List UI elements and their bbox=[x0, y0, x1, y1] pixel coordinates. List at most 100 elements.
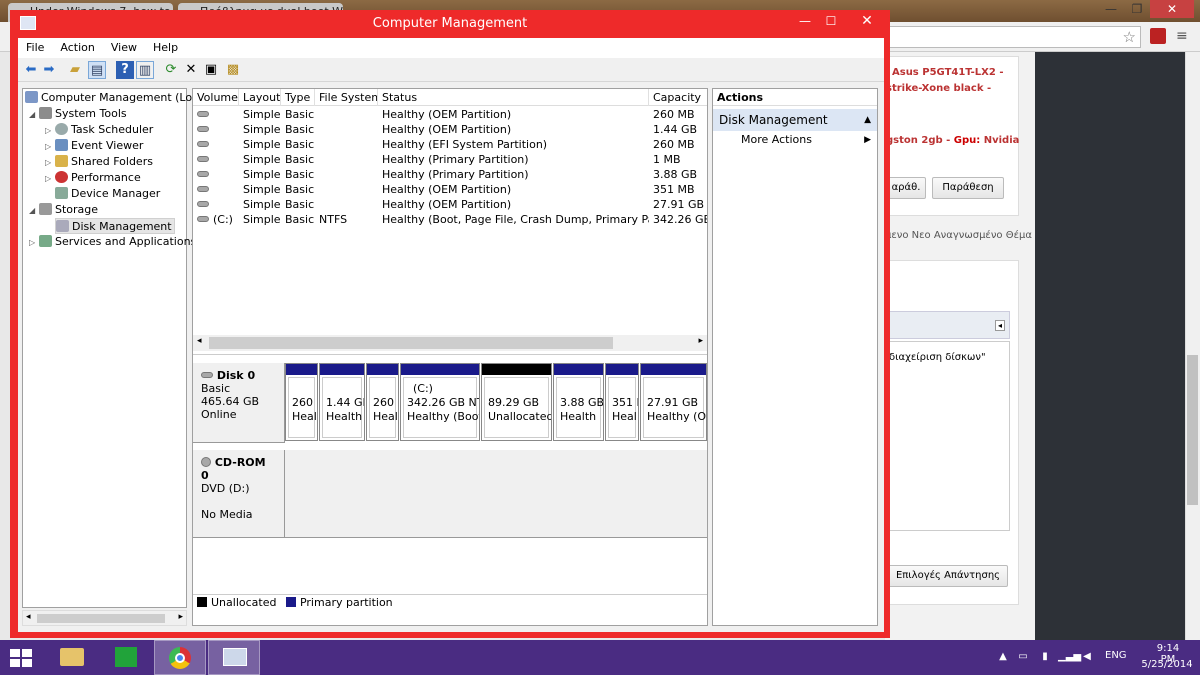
refresh-icon[interactable]: ⟳ bbox=[162, 61, 180, 79]
close-icon[interactable]: ✕ bbox=[844, 10, 890, 32]
scroll-right-icon[interactable]: ▸ bbox=[698, 336, 703, 346]
tree-item-performance[interactable]: ▷ Performance bbox=[45, 170, 141, 186]
column-type[interactable]: Type bbox=[281, 89, 315, 106]
tree-item-event-viewer[interactable]: ▷ Event Viewer bbox=[45, 138, 143, 154]
expand-icon[interactable]: ▷ bbox=[29, 235, 39, 251]
partition-block[interactable]: 260 I Heal bbox=[366, 363, 399, 441]
address-bar[interactable]: ☆ bbox=[885, 26, 1141, 48]
restore-icon[interactable]: ❐ bbox=[1124, 0, 1150, 18]
next-topic-link[interactable]: μενο Νεο Αναγνωσμένο Θέμα → bbox=[885, 230, 1044, 241]
expand-icon[interactable]: ▷ bbox=[45, 171, 55, 187]
tree-horizontal-scrollbar[interactable]: ◂ ▸ bbox=[22, 610, 187, 626]
delete-icon[interactable]: ✕ bbox=[182, 61, 200, 79]
taskbar-computer-management[interactable] bbox=[208, 640, 260, 675]
partition-block[interactable]: 351 I Heal bbox=[605, 363, 639, 441]
action-center-icon[interactable]: ▭ bbox=[1016, 651, 1030, 663]
clock-date[interactable]: 5/25/2014 bbox=[1138, 659, 1196, 670]
expand-icon[interactable]: ▷ bbox=[45, 139, 55, 155]
partition-block[interactable]: (C:)342.26 GB NTFHealthy (Boot, bbox=[400, 363, 480, 441]
table-row[interactable]: Simple Basic Healthy (Primary Partition) 1 … bbox=[193, 152, 707, 167]
table-row[interactable]: Simple Basic Healthy (OEM Partition) 260 MB bbox=[193, 107, 707, 122]
table-row[interactable]: Simple Basic Healthy (OEM Partition) 27.91 … bbox=[193, 197, 707, 212]
shared-folder-icon bbox=[55, 155, 68, 167]
show-hide-action-pane-icon[interactable]: ▥ bbox=[136, 61, 154, 79]
scroll-right-icon[interactable]: ▸ bbox=[178, 612, 183, 622]
table-row[interactable]: Simple Basic Healthy (EFI System Partition… bbox=[193, 137, 707, 152]
table-row[interactable]: Simple Basic Healthy (OEM Partition) 1.44 G… bbox=[193, 122, 707, 137]
tree-item-system-tools[interactable]: ◢ System Tools bbox=[29, 106, 127, 122]
scroll-thumb[interactable] bbox=[209, 337, 613, 349]
table-row[interactable]: Simple Basic Healthy (OEM Partition) 351 MB bbox=[193, 182, 707, 197]
column-volume[interactable]: Volume bbox=[193, 89, 239, 106]
menu-icon[interactable]: ≡ bbox=[1176, 28, 1192, 44]
menu-help[interactable]: Help bbox=[145, 38, 186, 58]
properties-icon[interactable]: ▣ bbox=[202, 61, 220, 79]
scroll-thumb[interactable] bbox=[37, 614, 165, 623]
status-bar bbox=[18, 628, 884, 632]
tree-item-services[interactable]: ▷ Services and Applications bbox=[29, 234, 196, 250]
minimize-icon[interactable]: — bbox=[1098, 0, 1124, 18]
back-icon[interactable]: ⬅ bbox=[22, 61, 40, 79]
reply-textarea[interactable]: διαχείριση δίσκων" bbox=[886, 341, 1010, 531]
collapse-icon[interactable]: ▲ bbox=[864, 109, 871, 131]
scroll-left-icon[interactable]: ◂ bbox=[197, 336, 202, 346]
show-hide-tree-icon[interactable]: ▤ bbox=[88, 61, 106, 79]
forward-icon[interactable]: ➡ bbox=[40, 61, 58, 79]
tree-item-root[interactable]: Computer Management (Local bbox=[25, 90, 208, 106]
bookmark-star-icon[interactable]: ☆ bbox=[1123, 28, 1136, 46]
table-row[interactable]: (C:) Simple Basic NTFS Healthy (Boot, Page F… bbox=[193, 212, 707, 227]
column-status[interactable]: Status bbox=[378, 89, 649, 106]
extension-icon[interactable] bbox=[1150, 28, 1166, 44]
taskbar-chrome[interactable] bbox=[154, 640, 206, 675]
network-icon[interactable]: ▁▃▅ bbox=[1058, 651, 1081, 663]
tree-item-shared-folders[interactable]: ▷ Shared Folders bbox=[45, 154, 153, 170]
collapse-icon[interactable]: ◢ bbox=[29, 107, 39, 123]
partition-block[interactable]: 89.29 GB Unallocated bbox=[481, 363, 552, 441]
actions-section-disk-management[interactable]: Disk Management ▲ bbox=[713, 109, 877, 131]
up-folder-icon[interactable]: ▰ bbox=[66, 61, 84, 79]
tree-item-disk-management[interactable]: Disk Management bbox=[55, 218, 175, 234]
table-row[interactable]: Simple Basic Healthy (Primary Partition) 3.… bbox=[193, 167, 707, 182]
menu-action[interactable]: Action bbox=[52, 38, 102, 58]
table-cell-type: Basic bbox=[285, 138, 315, 151]
more-actions-item[interactable]: More Actions ▶ bbox=[713, 131, 877, 149]
volume-list-scrollbar[interactable]: ◂ ▸ bbox=[193, 335, 707, 351]
column-file-system[interactable]: File System bbox=[315, 89, 378, 106]
tree-item-task-scheduler[interactable]: ▷ Task Scheduler bbox=[45, 122, 153, 138]
expand-icon[interactable]: ▷ bbox=[45, 155, 55, 171]
menu-view[interactable]: View bbox=[103, 38, 145, 58]
tree-item-device-manager[interactable]: Device Manager bbox=[55, 186, 160, 202]
column-capacity[interactable]: Capacity bbox=[649, 89, 707, 106]
language-indicator[interactable]: ENG bbox=[1105, 650, 1127, 661]
minimize-icon[interactable]: — bbox=[792, 10, 818, 32]
page-scrollbar[interactable] bbox=[1185, 52, 1200, 640]
reply-options-button[interactable]: Επιλογές Απάντησης bbox=[888, 565, 1008, 587]
page-scroll-thumb[interactable] bbox=[1187, 355, 1198, 505]
menu-file[interactable]: File bbox=[18, 38, 52, 58]
power-icon[interactable]: ▮ bbox=[1038, 651, 1052, 663]
toolbar-toggle-icon[interactable]: ◂ bbox=[994, 320, 1005, 331]
help-icon[interactable]: ? bbox=[116, 61, 134, 79]
taskbar-explorer[interactable] bbox=[46, 640, 98, 675]
partition-block[interactable]: 260 I Heal bbox=[285, 363, 318, 441]
taskbar-store[interactable] bbox=[100, 640, 152, 675]
volume-icon[interactable]: ◀ bbox=[1080, 651, 1094, 663]
prev-button[interactable]: αράθ. bbox=[886, 177, 926, 199]
column-layout[interactable]: Layout bbox=[239, 89, 281, 106]
maximize-icon[interactable]: ☐ bbox=[818, 10, 844, 32]
start-button[interactable] bbox=[10, 649, 32, 667]
cdrom-label[interactable]: CD-ROM 0 DVD (D:) No Media bbox=[193, 450, 285, 538]
quote-button[interactable]: Παράθεση bbox=[932, 177, 1004, 199]
close-icon[interactable]: ✕ bbox=[1150, 0, 1194, 18]
tree-item-storage[interactable]: ◢ Storage bbox=[29, 202, 98, 218]
scroll-left-icon[interactable]: ◂ bbox=[26, 612, 31, 622]
disk-0-label[interactable]: Disk 0 Basic 465.64 GB Online bbox=[193, 363, 285, 443]
settings-icon[interactable]: ▩ bbox=[224, 61, 242, 79]
collapse-icon[interactable]: ◢ bbox=[29, 203, 39, 219]
partition-block[interactable]: 27.91 GB Healthy (OE bbox=[640, 363, 707, 441]
show-hidden-icons[interactable]: ▲ bbox=[996, 651, 1010, 663]
partition-block[interactable]: 3.88 GB Health bbox=[553, 363, 604, 441]
partition-block[interactable]: 1.44 GI Health bbox=[319, 363, 365, 441]
expand-icon[interactable]: ▷ bbox=[45, 123, 55, 139]
partition-details: (C:)342.26 GB NTFHealthy (Boot, bbox=[403, 377, 479, 438]
